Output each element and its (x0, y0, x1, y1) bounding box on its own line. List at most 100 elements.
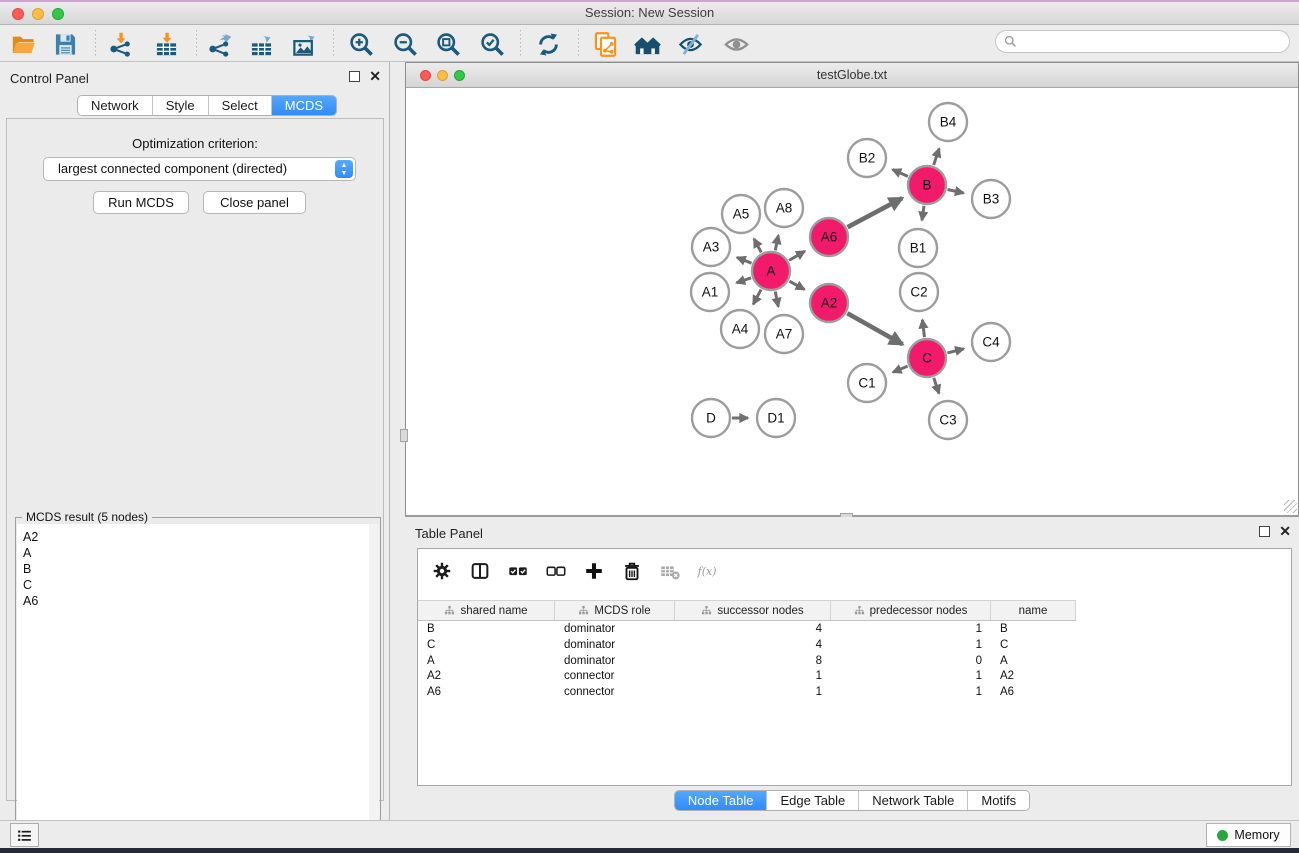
node-D[interactable]: D (692, 399, 730, 437)
maximize-window-button[interactable] (52, 8, 64, 20)
edge-C-C1[interactable] (893, 366, 908, 372)
node-B3[interactable]: B3 (972, 180, 1010, 218)
node-A6[interactable]: A6 (810, 218, 848, 256)
apply-layout-icon[interactable] (533, 29, 563, 59)
node-B2[interactable]: B2 (848, 139, 886, 177)
criterion-select[interactable]: largest connected component (directed) ▲… (43, 157, 356, 181)
tab-edge-table[interactable]: Edge Table (767, 791, 859, 810)
edge-A-A1[interactable] (736, 278, 751, 283)
create-column-icon[interactable] (582, 559, 606, 583)
node-A3[interactable]: A3 (692, 228, 730, 266)
node-D1[interactable]: D1 (757, 399, 795, 437)
node-C4[interactable]: C4 (972, 323, 1010, 361)
delete-table-icon[interactable] (658, 559, 682, 583)
zoom-fit-icon[interactable] (433, 29, 463, 59)
result-item[interactable]: A6 (23, 593, 370, 609)
tab-select[interactable]: Select (209, 96, 272, 115)
toolbar-search-box[interactable] (995, 30, 1290, 53)
tab-node-table[interactable]: Node Table (675, 791, 768, 810)
search-input[interactable] (1017, 35, 1281, 49)
edge-A-A3[interactable] (737, 257, 752, 263)
table-row[interactable]: A6connector11A6 (418, 685, 1291, 701)
node-C1[interactable]: C1 (848, 364, 886, 402)
edge-C-C3[interactable] (934, 378, 939, 394)
result-item[interactable]: C (23, 577, 370, 593)
result-item[interactable]: A2 (23, 529, 370, 545)
tab-mcds[interactable]: MCDS (272, 96, 336, 115)
import-table-icon[interactable] (151, 29, 181, 59)
edge-C-C2[interactable] (922, 320, 924, 337)
first-neighbors-icon[interactable] (632, 29, 662, 59)
delete-column-icon[interactable] (620, 559, 644, 583)
node-A4[interactable]: A4 (721, 310, 759, 348)
zoom-selected-icon[interactable] (477, 29, 507, 59)
open-session-icon[interactable] (8, 29, 38, 59)
export-network-icon[interactable] (204, 29, 234, 59)
minimize-network-button[interactable] (437, 70, 448, 81)
new-network-from-selection-icon[interactable] (590, 29, 620, 59)
mcds-result-list[interactable]: A2ABCA6 (17, 524, 371, 853)
function-builder-icon[interactable]: f(x) (696, 559, 720, 583)
node-C[interactable]: C (908, 339, 946, 377)
column-header-shared-name[interactable]: shared name (418, 600, 555, 621)
tab-motifs[interactable]: Motifs (968, 791, 1029, 810)
deselect-all-icon[interactable] (544, 559, 568, 583)
show-all-icon[interactable] (721, 29, 751, 59)
result-item[interactable]: A (23, 545, 370, 561)
node-A[interactable]: A (752, 252, 790, 290)
window-resize-grip[interactable] (1284, 500, 1297, 513)
node-C2[interactable]: C2 (900, 273, 938, 311)
node-A8[interactable]: A8 (765, 189, 803, 227)
hide-selected-icon[interactable] (675, 29, 705, 59)
node-B[interactable]: B (908, 166, 946, 204)
table-row[interactable]: Bdominator41B (418, 622, 1291, 638)
float-panel-icon[interactable] (349, 71, 360, 82)
maximize-network-button[interactable] (454, 70, 465, 81)
edge-A2-C[interactable] (847, 313, 902, 344)
edge-A-A7[interactable] (775, 292, 778, 307)
close-window-button[interactable] (12, 8, 24, 20)
float-table-panel-icon[interactable] (1259, 526, 1270, 537)
node-C3[interactable]: C3 (929, 401, 967, 439)
select-all-icon[interactable] (506, 559, 530, 583)
close-panel-icon[interactable]: ✕ (369, 71, 381, 82)
tab-network-table[interactable]: Network Table (859, 791, 968, 810)
network-canvas[interactable]: AA1A2A3A4A5A6A7A8BB1B2B3B4CC1C2C3C4DD1 (406, 89, 1298, 515)
edge-B-B4[interactable] (934, 149, 940, 166)
edge-B-B2[interactable] (893, 169, 908, 176)
edge-A-A8[interactable] (775, 235, 778, 250)
edge-C-C4[interactable] (947, 349, 963, 353)
column-header-predecessor-nodes[interactable]: predecessor nodes (831, 600, 991, 621)
edge-A-A2[interactable] (789, 281, 804, 289)
tab-network[interactable]: Network (78, 96, 153, 115)
run-mcds-button[interactable]: Run MCDS (93, 191, 189, 214)
result-list-scrollbar[interactable] (369, 524, 379, 853)
close-table-panel-icon[interactable]: ✕ (1279, 526, 1291, 537)
column-header-name[interactable]: name (991, 600, 1076, 621)
minimize-window-button[interactable] (32, 8, 44, 20)
node-A5[interactable]: A5 (722, 195, 760, 233)
node-A7[interactable]: A7 (765, 315, 803, 353)
column-header-MCDS-role[interactable]: MCDS role (555, 600, 675, 621)
vertical-splitter-grip[interactable] (400, 429, 408, 442)
table-row[interactable]: Adominator80A (418, 654, 1291, 670)
close-panel-button[interactable]: Close panel (203, 191, 306, 214)
edge-A6-B[interactable] (848, 198, 903, 227)
edge-B-B1[interactable] (922, 206, 924, 220)
edge-A-A6[interactable] (789, 251, 805, 260)
column-visibility-icon[interactable] (468, 559, 492, 583)
save-session-icon[interactable] (50, 29, 80, 59)
close-network-button[interactable] (420, 70, 431, 81)
table-settings-icon[interactable] (430, 559, 454, 583)
node-B1[interactable]: B1 (899, 229, 937, 267)
zoom-in-icon[interactable] (346, 29, 376, 59)
export-image-icon[interactable] (289, 29, 319, 59)
zoom-out-icon[interactable] (390, 29, 420, 59)
task-history-button[interactable] (10, 823, 39, 847)
table-row[interactable]: Cdominator41C (418, 638, 1291, 654)
edge-B-B3[interactable] (948, 189, 964, 193)
node-A2[interactable]: A2 (810, 284, 848, 322)
column-header-successor-nodes[interactable]: successor nodes (675, 600, 831, 621)
memory-button[interactable]: Memory (1206, 823, 1291, 847)
export-table-icon[interactable] (246, 29, 276, 59)
